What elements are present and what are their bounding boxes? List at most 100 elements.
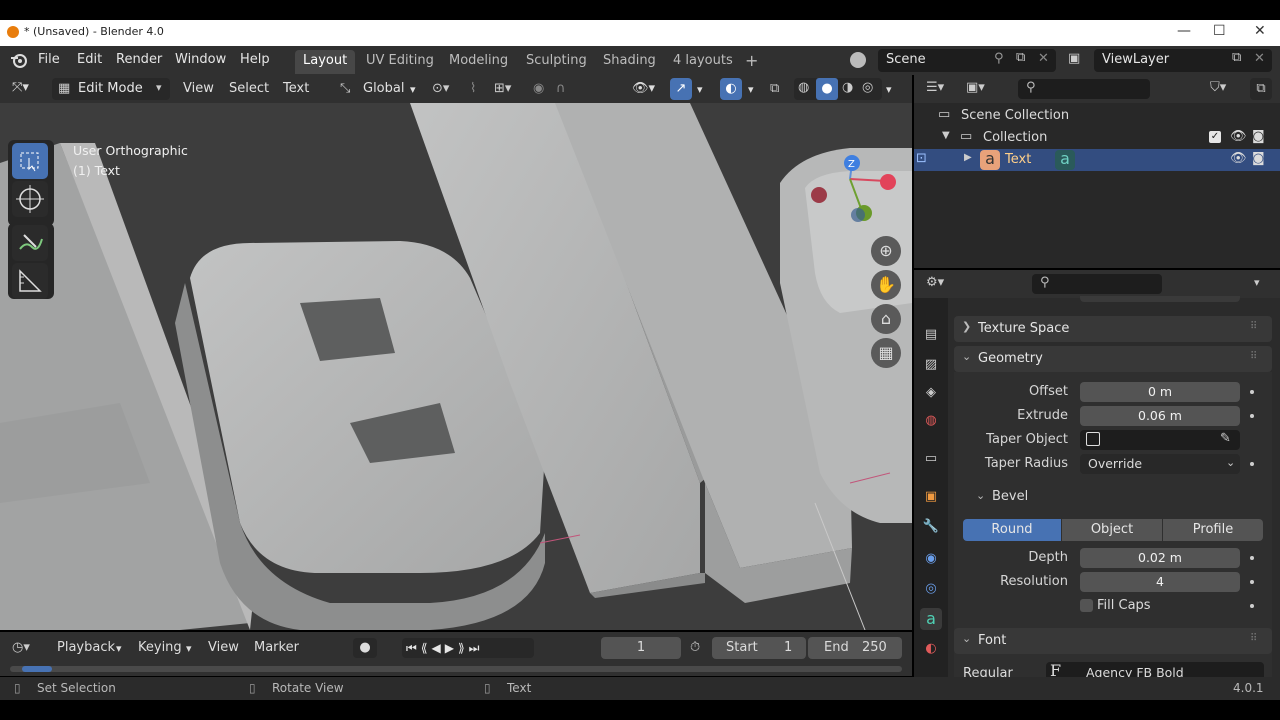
proportional-edit-icon[interactable]: ◉ — [533, 81, 544, 96]
keyframe-dot-icon[interactable] — [1250, 390, 1254, 394]
taper-radius-dropdown[interactable]: Override ⌄ — [1080, 454, 1240, 474]
tab-4-layouts[interactable]: 4 layouts — [665, 50, 741, 74]
keyframe-dot-icon[interactable] — [1250, 462, 1254, 466]
add-workspace-button[interactable]: + — [737, 48, 766, 72]
playhead[interactable] — [22, 666, 52, 672]
keying-menu[interactable]: Keying — [138, 640, 182, 655]
object-tab-icon[interactable]: ▣ — [920, 486, 942, 508]
menu-edit[interactable]: Edit — [77, 52, 102, 67]
visibility-eye-icon[interactable]: 👁 — [1230, 151, 1247, 166]
properties-search-input[interactable]: ⚲ — [1032, 274, 1162, 294]
scene-selector[interactable]: Scene ⚲ ⧉ ✕ — [878, 49, 1056, 72]
timeline-view-menu[interactable]: View — [208, 640, 239, 655]
prev-key-icon[interactable]: ⟪ — [421, 641, 432, 655]
delete-scene-icon[interactable]: ✕ — [1038, 51, 1049, 66]
zoom-icon[interactable]: ⊕ — [871, 236, 901, 266]
exclude-checkbox[interactable]: ✓ — [1209, 131, 1221, 143]
tab-uv-editing[interactable]: UV Editing — [358, 50, 442, 74]
view-layer-selector[interactable]: ViewLayer ⧉ ✕ — [1094, 49, 1272, 72]
jump-end-icon[interactable]: ⏭ — [469, 641, 484, 655]
overlay-chevron-icon[interactable]: ▾ — [748, 83, 754, 96]
play-reverse-icon[interactable]: ◀ — [432, 641, 445, 655]
delete-view-layer-icon[interactable]: ✕ — [1254, 51, 1265, 66]
menu-render[interactable]: Render — [116, 52, 162, 67]
pivot-icon[interactable]: ⊙▾ — [432, 81, 449, 96]
playback-chevron-icon[interactable]: ▾ — [116, 642, 122, 655]
menu-select[interactable]: Select — [229, 81, 269, 96]
snap-target-icon[interactable]: ⊞▾ — [494, 81, 511, 96]
pan-hand-icon[interactable]: ✋ — [871, 270, 901, 300]
editor-type-icon[interactable]: ⤧▾ — [12, 80, 29, 95]
render-camera-icon[interactable]: ◙ — [1252, 129, 1265, 144]
menu-text[interactable]: Text — [283, 81, 309, 96]
ortho-grid-icon[interactable]: ▦ — [871, 338, 901, 368]
stopwatch-icon[interactable]: ⏱ — [690, 640, 700, 655]
gizmo-chevron-icon[interactable]: ▾ — [697, 83, 703, 96]
snap-icon[interactable]: ⌇ — [470, 81, 476, 96]
depth-field[interactable]: 0.02 m — [1080, 548, 1240, 568]
tab-sculpting[interactable]: Sculpting — [518, 50, 595, 74]
view-layer-icon[interactable]: ▣ — [1068, 51, 1080, 66]
keyframe-dot-icon[interactable] — [1250, 556, 1254, 560]
orientation-chevron-icon[interactable]: ▾ — [410, 83, 416, 96]
outliner-row-collection[interactable]: ▼ ▭ Collection ✓ 👁 ◙ — [914, 127, 1280, 149]
select-box-tool[interactable] — [12, 143, 48, 179]
start-frame-field[interactable]: Start 1 — [712, 637, 806, 659]
panel-texture-space[interactable]: ❯ Texture Space ⠿ — [954, 316, 1272, 342]
drag-handle-icon[interactable]: ⠿ — [1250, 321, 1257, 332]
menu-view[interactable]: View — [183, 81, 214, 96]
drag-handle-icon[interactable]: ⠿ — [1250, 633, 1257, 644]
outliner-search-input[interactable]: ⚲ — [1018, 79, 1150, 99]
render-camera-icon[interactable]: ◙ — [1252, 151, 1265, 166]
keyframe-dot-icon[interactable] — [1250, 604, 1254, 608]
visibility-eye-icon[interactable]: 👁 — [1230, 129, 1247, 144]
minimize-button[interactable]: — — [1177, 23, 1191, 39]
overlay-toggle-icon[interactable]: ◐ — [720, 78, 742, 100]
data-tab-icon[interactable]: a — [920, 608, 942, 630]
bevel-mode-round[interactable]: Round — [963, 519, 1061, 541]
bevel-mode-object[interactable]: Object — [1062, 519, 1162, 541]
xray-icon[interactable]: ⧉ — [770, 81, 779, 96]
blender-menu-icon[interactable] — [10, 52, 28, 68]
world-tab-icon[interactable]: ◍ — [920, 410, 942, 432]
next-key-icon[interactable]: ⟫ — [458, 641, 469, 655]
rendered-shading-icon[interactable]: ◎ — [862, 80, 873, 95]
panel-geometry[interactable]: ⌄ Geometry ⠿ — [954, 346, 1272, 372]
bevel-mode-profile[interactable]: Profile — [1163, 519, 1263, 541]
record-icon[interactable]: ● — [353, 638, 377, 658]
resolution-field[interactable]: 4 — [1080, 572, 1240, 592]
falloff-icon[interactable]: ∩ — [556, 81, 566, 96]
filter-icon[interactable]: ⛉▾ — [1210, 80, 1226, 95]
options-chevron-icon[interactable]: ▾ — [1254, 276, 1260, 289]
expand-arrow-icon[interactable]: ▶ — [964, 152, 972, 163]
scene-icon[interactable] — [850, 52, 866, 68]
shading-chevron-icon[interactable]: ▾ — [886, 83, 892, 96]
close-button[interactable]: ✕ — [1254, 23, 1266, 39]
current-frame-field[interactable]: 1 — [601, 637, 681, 659]
menu-file[interactable]: File — [38, 52, 60, 67]
wireframe-shading-icon[interactable]: ◍ — [798, 80, 809, 95]
render-tab-icon[interactable]: ▤ — [920, 324, 942, 346]
cursor-tool[interactable] — [12, 181, 48, 217]
orientation-dropdown[interactable]: Global — [363, 81, 404, 96]
measure-tool[interactable] — [12, 263, 48, 299]
menu-help[interactable]: Help — [240, 52, 270, 67]
scene-tab-icon[interactable]: ◈ — [920, 382, 942, 404]
visibility-icon[interactable]: 👁▾ — [632, 81, 655, 96]
text-data-icon[interactable]: a — [1055, 150, 1075, 170]
display-mode-icon[interactable]: ▣▾ — [966, 80, 985, 95]
tab-layout[interactable]: Layout — [295, 50, 356, 74]
3d-viewport[interactable]: User Orthographic (1) Text Z ⊕ ✋ ⌂ ▦ — [0, 103, 912, 630]
subpanel-bevel[interactable]: ⌄ Bevel — [968, 484, 1268, 510]
solid-shading-icon[interactable]: ● — [816, 78, 838, 100]
play-icon[interactable]: ▶ — [445, 641, 458, 655]
keyframe-dot-icon[interactable] — [1250, 580, 1254, 584]
maximize-button[interactable]: ☐ — [1213, 23, 1226, 39]
keying-chevron-icon[interactable]: ▾ — [186, 642, 192, 655]
timeline-editor-icon[interactable]: ◷▾ — [12, 640, 30, 655]
new-collection-icon[interactable]: ⧉ — [1250, 78, 1272, 100]
outliner-editor-icon[interactable]: ☰▾ — [926, 80, 944, 95]
collection-tab-icon[interactable]: ▭ — [920, 448, 942, 470]
navigation-gizmo[interactable]: Z — [800, 151, 900, 231]
new-view-layer-icon[interactable]: ⧉ — [1232, 50, 1241, 65]
